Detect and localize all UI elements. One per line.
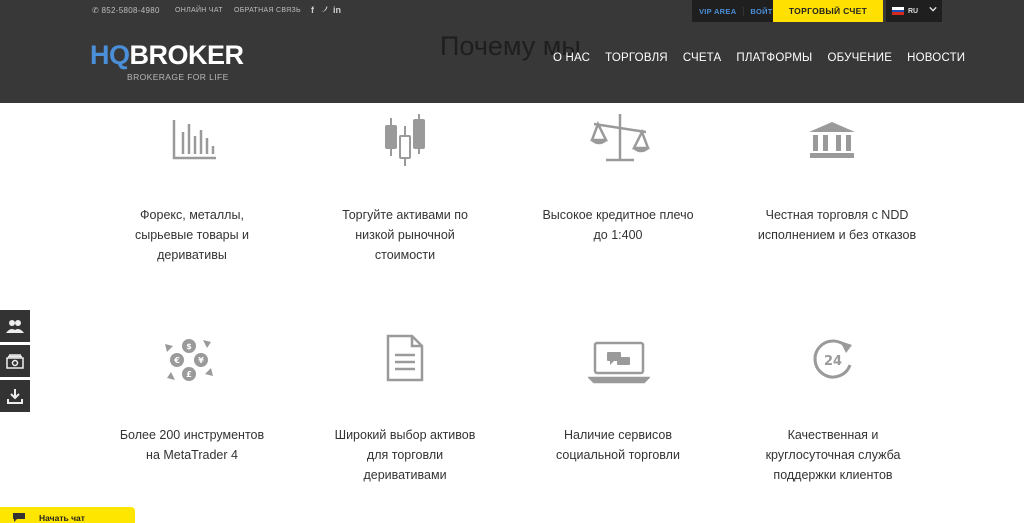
- logo-tagline: BROKERAGE FOR LIFE: [127, 72, 229, 82]
- page: ✆ 852-5808-4980 ОНЛАЙН ЧАТ ОБРАТНАЯ СВЯЗ…: [0, 0, 1024, 523]
- nav-trading[interactable]: ТОРГОВЛЯ: [605, 52, 668, 64]
- feature-text-2: Торгуйте активами по низкой рыночной стоим…: [342, 208, 468, 262]
- bank-icon: [809, 122, 855, 158]
- svg-text:$: $: [186, 342, 192, 351]
- logo-broker: BROKER: [129, 40, 245, 70]
- main-nav: О НАС ТОРГОВЛЯ СЧЕТА ПЛАТФОРМЫ ОБУЧЕНИЕ …: [553, 52, 980, 64]
- social-links: f in: [311, 5, 341, 16]
- currency-exchange-icon: $ € ¥ £: [165, 339, 213, 381]
- language-selector[interactable]: RU: [886, 0, 942, 22]
- side-deposit-button[interactable]: [0, 345, 30, 377]
- feedback-link[interactable]: ОБРАТНАЯ СВЯЗЬ: [234, 7, 301, 14]
- online-chat-link[interactable]: ОНЛАЙН ЧАТ: [175, 7, 223, 14]
- svg-text:£: £: [186, 370, 192, 379]
- scales-icon: [590, 114, 650, 162]
- users-icon: [6, 320, 24, 333]
- linkedin-icon[interactable]: in: [333, 5, 341, 16]
- top-bar: ✆ 852-5808-4980 ОНЛАЙН ЧАТ ОБРАТНАЯ СВЯЗ…: [0, 0, 1024, 24]
- feature-text-3: Высокое кредитное плечо до 1:400: [542, 208, 694, 242]
- logo-hq: HQ: [90, 40, 130, 70]
- svg-text:€: €: [173, 356, 180, 365]
- nav-education[interactable]: ОБУЧЕНИЕ: [827, 52, 892, 64]
- chevron-down-icon: [929, 6, 937, 12]
- russia-flag-icon: [892, 7, 904, 16]
- chat-label: Начать чат: [39, 513, 85, 523]
- facebook-icon[interactable]: f: [311, 5, 314, 16]
- nav-about[interactable]: О НАС: [553, 52, 590, 64]
- side-download-button[interactable]: [0, 380, 30, 412]
- svg-text:24: 24: [824, 354, 842, 369]
- feature-text-8: Качественная и круглосуточная служба подде…: [765, 428, 901, 482]
- feature-text-4: Честная торговля с NDD исполнением и без …: [757, 208, 917, 242]
- vip-area-link[interactable]: VIP AREA: [692, 7, 743, 16]
- language-code: RU: [908, 7, 919, 15]
- nav-platforms[interactable]: ПЛАТФОРМЫ: [736, 52, 812, 64]
- download-icon: [7, 389, 23, 404]
- money-icon: [6, 354, 24, 369]
- nav-accounts[interactable]: СЧЕТА: [683, 52, 722, 64]
- candlestick-icon: [385, 114, 425, 166]
- document-icon: [386, 334, 424, 382]
- chat-bubble-icon: [13, 513, 25, 522]
- nav-news[interactable]: НОВОСТИ: [907, 52, 965, 64]
- site-header: ✆ 852-5808-4980 ОНЛАЙН ЧАТ ОБРАТНАЯ СВЯЗ…: [0, 0, 1024, 103]
- trade-account-button[interactable]: ТОРГОВЫЙ СЧЕТ: [773, 0, 883, 22]
- feature-text-5: Более 200 инструментов на MetaTrader 4: [119, 428, 265, 462]
- laptop-chat-icon: [588, 341, 650, 384]
- phone-number[interactable]: ✆ 852-5808-4980: [92, 6, 160, 15]
- vip-login-block: VIP AREA ВОЙТИ: [692, 0, 785, 22]
- side-users-button[interactable]: [0, 310, 30, 342]
- start-chat-button[interactable]: Начать чат: [0, 507, 135, 523]
- bar-chart-icon: [172, 120, 216, 160]
- phone-icon: ✆: [92, 6, 102, 15]
- svg-text:¥: ¥: [198, 356, 204, 365]
- site-logo[interactable]: HQBROKER BROKERAGE FOR LIFE: [90, 40, 245, 83]
- feature-text-6: Широкий выбор активов для торговли дериват…: [334, 428, 476, 482]
- feature-text-1: Форекс, металлы, сырьевые товары и дериват…: [134, 208, 250, 262]
- support-24-icon: 24: [813, 339, 852, 379]
- twitter-icon[interactable]: [319, 5, 328, 16]
- feature-text-7: Наличие сервисов социальной торговли: [556, 428, 680, 462]
